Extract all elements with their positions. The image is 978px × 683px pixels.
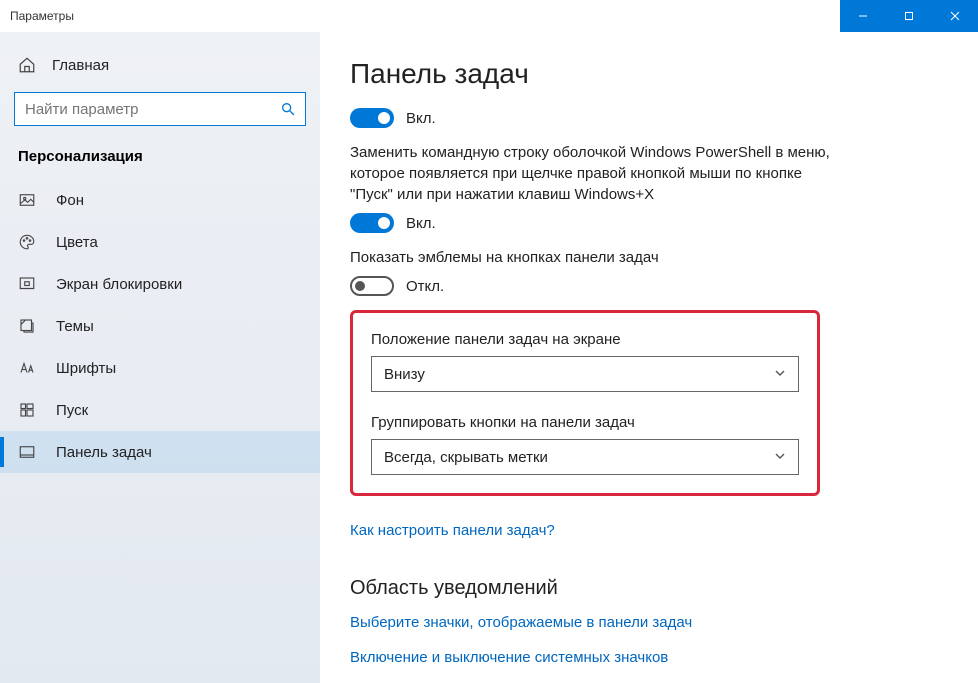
lockscreen-icon bbox=[18, 275, 36, 293]
help-link[interactable]: Как настроить панели задач? bbox=[350, 522, 555, 539]
home-label: Главная bbox=[52, 57, 109, 74]
search-icon bbox=[280, 101, 296, 117]
sidebar-item-label: Фон bbox=[56, 192, 84, 209]
content-pane: Панель задач Вкл. Заменить командную стр… bbox=[320, 32, 978, 683]
group-value: Всегда, скрывать метки bbox=[384, 449, 548, 466]
window-title: Параметры bbox=[10, 9, 74, 23]
position-value: Внизу bbox=[384, 366, 425, 383]
search-input[interactable] bbox=[14, 92, 306, 126]
sidebar-section-title: Персонализация bbox=[0, 138, 320, 179]
toggle-1[interactable] bbox=[350, 108, 394, 128]
picture-icon bbox=[18, 191, 36, 209]
close-button[interactable] bbox=[932, 0, 978, 32]
position-select[interactable]: Внизу bbox=[371, 356, 799, 392]
chevron-down-icon bbox=[774, 366, 786, 383]
sidebar-item-fonts[interactable]: Шрифты bbox=[0, 347, 320, 389]
highlighted-settings: Положение панели задач на экране Внизу Г… bbox=[350, 310, 820, 496]
sidebar: Главная Персонализация Фон Цвета Экран б… bbox=[0, 32, 320, 683]
sidebar-item-themes[interactable]: Темы bbox=[0, 305, 320, 347]
toggle-1-label: Вкл. bbox=[406, 110, 436, 127]
sidebar-item-label: Панель задач bbox=[56, 444, 152, 461]
sidebar-item-background[interactable]: Фон bbox=[0, 179, 320, 221]
fonts-icon bbox=[18, 359, 36, 377]
toggle-2[interactable] bbox=[350, 213, 394, 233]
chevron-down-icon bbox=[774, 449, 786, 466]
notification-area-heading: Область уведомлений bbox=[350, 577, 938, 600]
group-label: Группировать кнопки на панели задач bbox=[371, 414, 799, 431]
toggle-row-1: Вкл. bbox=[350, 108, 938, 128]
start-icon bbox=[18, 401, 36, 419]
sidebar-item-lockscreen[interactable]: Экран блокировки bbox=[0, 263, 320, 305]
window-controls bbox=[840, 0, 978, 32]
titlebar: Параметры bbox=[0, 0, 978, 32]
toggle-2-label: Вкл. bbox=[406, 215, 436, 232]
minimize-button[interactable] bbox=[840, 0, 886, 32]
sidebar-item-label: Цвета bbox=[56, 234, 98, 251]
sidebar-item-label: Экран блокировки bbox=[56, 276, 182, 293]
toggle-row-3: Откл. bbox=[350, 276, 938, 296]
sidebar-item-start[interactable]: Пуск bbox=[0, 389, 320, 431]
sidebar-item-colors[interactable]: Цвета bbox=[0, 221, 320, 263]
sidebar-item-label: Темы bbox=[56, 318, 94, 335]
system-icons-link[interactable]: Включение и выключение системных значков bbox=[350, 649, 938, 666]
maximize-button[interactable] bbox=[886, 0, 932, 32]
select-icons-link[interactable]: Выберите значки, отображаемые в панели з… bbox=[350, 614, 938, 631]
sidebar-item-label: Шрифты bbox=[56, 360, 116, 377]
toggle-3[interactable] bbox=[350, 276, 394, 296]
desc-badges: Показать эмблемы на кнопках панели задач bbox=[350, 247, 830, 268]
toggle-3-label: Откл. bbox=[406, 278, 444, 295]
sidebar-item-label: Пуск bbox=[56, 402, 88, 419]
palette-icon bbox=[18, 233, 36, 251]
position-label: Положение панели задач на экране bbox=[371, 331, 799, 348]
group-select[interactable]: Всегда, скрывать метки bbox=[371, 439, 799, 475]
page-title: Панель задач bbox=[350, 58, 938, 90]
toggle-row-2: Вкл. bbox=[350, 213, 938, 233]
search-field-wrap bbox=[14, 92, 306, 126]
themes-icon bbox=[18, 317, 36, 335]
sidebar-item-taskbar[interactable]: Панель задач bbox=[0, 431, 320, 473]
desc-powershell: Заменить командную строку оболочкой Wind… bbox=[350, 142, 830, 205]
taskbar-icon bbox=[18, 443, 36, 461]
home-icon bbox=[18, 56, 36, 74]
home-nav[interactable]: Главная bbox=[0, 46, 320, 84]
